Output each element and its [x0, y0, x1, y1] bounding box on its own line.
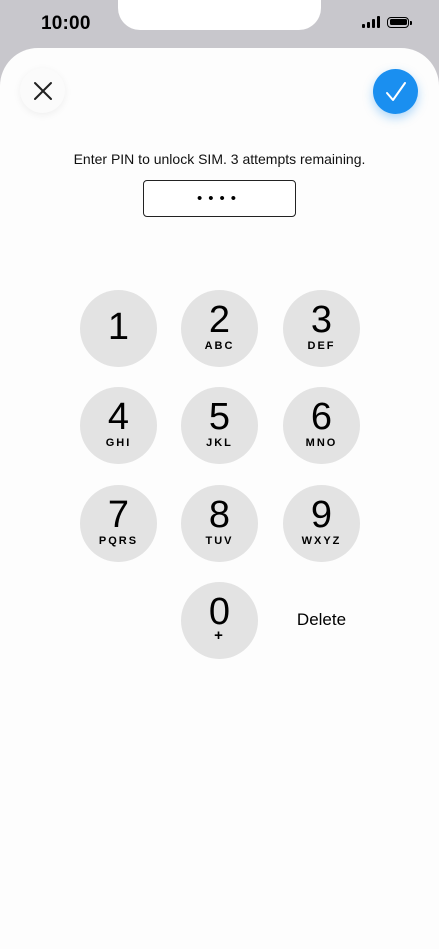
- status-icons: [362, 16, 412, 28]
- key-digit: 4: [107, 396, 130, 438]
- key-digit: 5: [208, 396, 231, 438]
- key-letters: +: [214, 627, 225, 644]
- key-letters: JKL: [206, 437, 233, 449]
- pin-input[interactable]: ••••: [143, 180, 296, 217]
- key-letters: PQRS: [98, 535, 139, 547]
- key-digit: 8: [208, 494, 231, 536]
- key-letters: DEF: [307, 340, 336, 352]
- key-9[interactable]: 9 WXYZ: [283, 485, 360, 562]
- key-digit: 9: [310, 494, 333, 536]
- key-6[interactable]: 6 MNO: [283, 387, 360, 464]
- key-digit: 3: [310, 299, 333, 341]
- status-bar: 10:00: [0, 0, 439, 48]
- key-letters: MNO: [305, 437, 338, 449]
- close-icon: [33, 81, 52, 100]
- notch: [118, 0, 321, 30]
- key-5[interactable]: 5 JKL: [181, 387, 258, 464]
- close-button[interactable]: [20, 68, 65, 113]
- status-time: 10:00: [41, 13, 91, 34]
- key-4[interactable]: 4 GHI: [80, 387, 157, 464]
- key-letters: TUV: [205, 535, 234, 547]
- key-7[interactable]: 7 PQRS: [80, 485, 157, 562]
- key-8[interactable]: 8 TUV: [181, 485, 258, 562]
- key-digit: 1: [107, 306, 130, 348]
- key-letters: GHI: [105, 437, 132, 449]
- confirm-button[interactable]: [373, 69, 418, 114]
- key-1[interactable]: 1: [80, 290, 157, 367]
- key-digit: 2: [208, 299, 231, 341]
- key-digit: 7: [107, 494, 130, 536]
- pin-prompt: Enter PIN to unlock SIM. 3 attempts rema…: [73, 151, 366, 167]
- delete-button[interactable]: Delete: [283, 610, 360, 630]
- phone-screen: 10:00 Enter PIN to unlock SIM. 3 attempt…: [0, 0, 439, 949]
- key-digit: 6: [310, 396, 333, 438]
- signal-icon: [362, 16, 380, 28]
- key-letters: WXYZ: [301, 535, 342, 547]
- key-0[interactable]: 0 +: [181, 582, 258, 659]
- key-3[interactable]: 3 DEF: [283, 290, 360, 367]
- battery-icon: [387, 16, 412, 28]
- key-2[interactable]: 2 ABC: [181, 290, 258, 367]
- key-letters: ABC: [204, 340, 235, 352]
- checkmark-icon: [385, 81, 406, 101]
